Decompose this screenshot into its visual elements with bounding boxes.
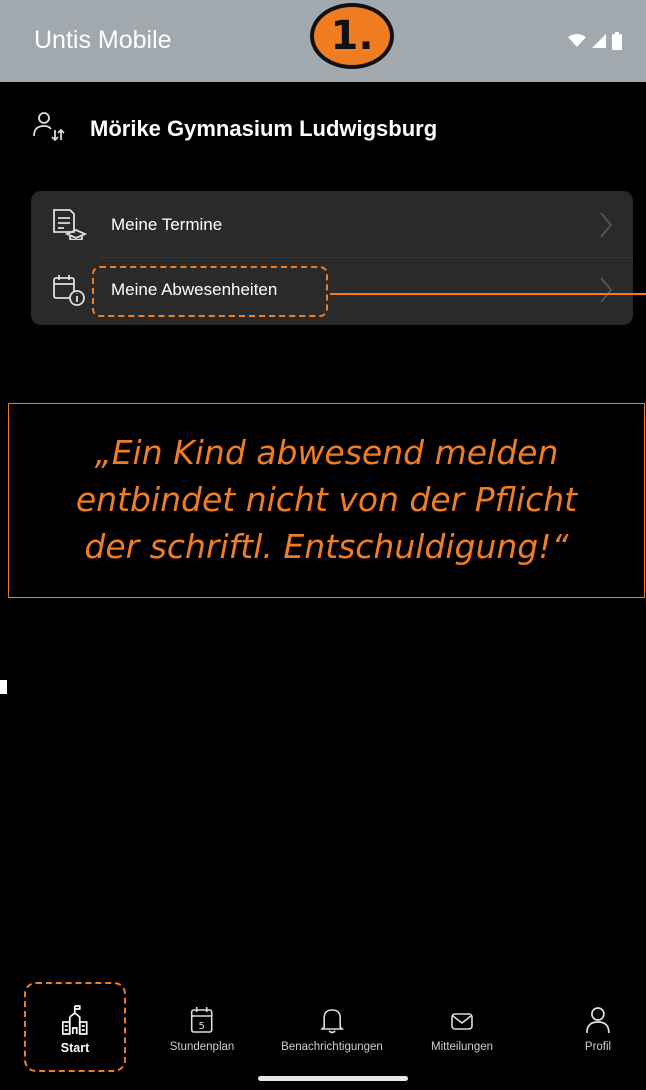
nav-label: Mitteilungen [430,1041,494,1053]
annotation-note: „Ein Kind abwesend melden entbindet nich… [8,403,645,598]
bell-icon [320,1009,344,1034]
step-number-badge: 1. [310,3,394,69]
menu-item-termine[interactable]: Meine Termine [31,191,633,257]
home-indicator[interactable] [258,1076,408,1081]
battery-icon [612,32,622,50]
calendar-badge: 5 [199,1021,205,1032]
switch-user-icon [33,112,65,142]
callout-line [330,293,646,295]
nav-benachrichtigungen[interactable]: Benachrichtigungen [281,1005,383,1053]
wifi-icon [568,34,586,47]
nav-label: Start [60,1041,90,1055]
bottom-navigation: Start 5 Stundenplan Benachrichtigungen M… [0,1005,646,1075]
nav-stundenplan[interactable]: 5 Stundenplan [169,1005,235,1053]
edge-mark [0,680,7,694]
calendar-icon: 5 [191,1007,213,1033]
chevron-right-icon [600,212,613,238]
school-icon [62,1005,88,1035]
school-name: Mörike Gymnasium Ludwigsburg [90,116,438,141]
highlight-abwesenheiten [92,266,328,317]
mail-icon [451,1013,473,1030]
nav-label: Benachrichtigungen [281,1041,383,1053]
calendar-document-icon [53,209,87,240]
nav-profil[interactable]: Profil [585,1005,611,1053]
signal-icon [592,34,606,48]
school-switcher[interactable] [32,110,66,144]
system-icons [568,32,622,50]
nav-label: Stundenplan [169,1041,235,1053]
nav-mitteilungen[interactable]: Mitteilungen [431,1005,493,1053]
chevron-right-icon [600,277,613,303]
nav-label: Profil [584,1041,612,1053]
calendar-info-icon [53,275,85,306]
app-title: Untis Mobile [34,26,172,54]
person-icon [586,1007,610,1034]
nav-start[interactable]: Start [61,1005,89,1055]
menu-item-label: Meine Termine [111,215,223,234]
